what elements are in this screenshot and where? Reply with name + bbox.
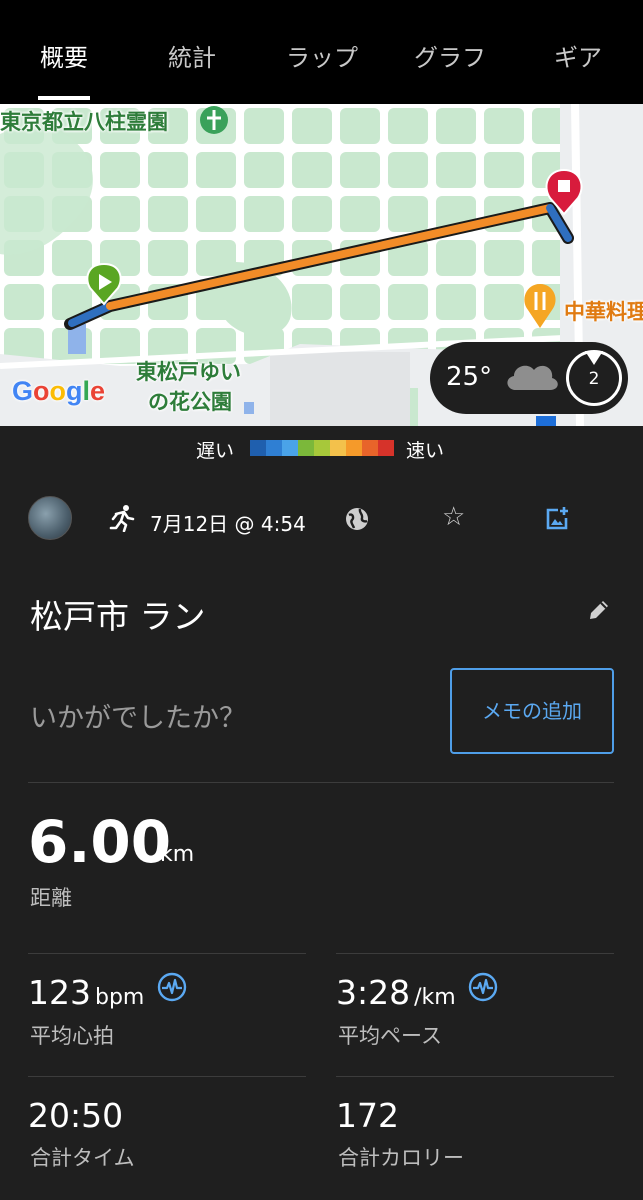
legend-slow-label: 遅い [196, 440, 235, 462]
total-calories-label: 合計カロリー [338, 1146, 464, 1170]
route-map[interactable]: 東京都立八柱霊園 東松戸ゆい の花公園 中華料理 Google 25° 2 [0, 104, 643, 426]
total-time-label: 合計タイム [30, 1146, 135, 1170]
pace-color-scale [250, 440, 394, 456]
avg-heart-rate-label: 平均心拍 [30, 1024, 114, 1048]
legend-color-swatch [362, 440, 378, 456]
avg-pace-value: 3:28 [336, 973, 411, 1012]
heart-rate-info-icon[interactable] [157, 972, 187, 1002]
avg-heart-rate-value: 123 [28, 973, 91, 1012]
wind-indicator: 2 [566, 350, 622, 406]
avg-heart-rate-unit: bpm [95, 985, 145, 1010]
legend-color-swatch [378, 440, 394, 456]
avg-pace-unit: /km [414, 985, 456, 1010]
avg-pace: 3:28/km [336, 973, 456, 1012]
divider [28, 782, 614, 783]
divider [28, 953, 306, 954]
running-icon [109, 505, 135, 532]
wind-direction-icon [585, 351, 603, 365]
avatar[interactable] [28, 496, 72, 540]
temperature: 25° [446, 362, 493, 392]
legend-color-swatch [266, 440, 282, 456]
legend-color-swatch [298, 440, 314, 456]
cloud-icon [507, 365, 558, 390]
distance-value: 6.00 [28, 808, 172, 876]
map-label-park-line2: の花公園 [148, 390, 232, 414]
map-label-park: 東松戸ゆい [136, 360, 241, 384]
tab-bar: 概要 統計 ラップ グラフ ギア [0, 0, 643, 104]
activity-info-row: 7月12日 @ 4:54 ☆ [0, 492, 643, 548]
total-calories-value: 172 [336, 1096, 399, 1135]
pace-legend: 遅い 速い [0, 426, 643, 470]
activity-title: 松戸市 ラン [30, 597, 206, 636]
distance-unit: km [160, 842, 195, 867]
avg-heart-rate: 123 bpm [28, 973, 144, 1012]
weather-badge[interactable]: 25° 2 [430, 342, 628, 414]
tab-gear[interactable]: ギア [554, 38, 602, 78]
feedback-prompt: いかがでしたか？ [30, 703, 246, 734]
legend-fast-label: 速い [406, 440, 445, 462]
legend-color-swatch [282, 440, 298, 456]
divider [336, 1076, 614, 1077]
map-label-cemetery: 東京都立八柱霊園 [0, 110, 168, 134]
wind-speed: 2 [588, 369, 600, 389]
tab-laps[interactable]: ラップ [286, 38, 358, 78]
pace-info-icon[interactable] [468, 972, 498, 1002]
edit-pencil-icon[interactable] [586, 597, 612, 623]
tab-graphs[interactable]: グラフ [414, 38, 486, 78]
tab-stats[interactable]: 統計 [168, 38, 216, 78]
star-icon[interactable]: ☆ [442, 502, 465, 532]
active-tab-indicator [38, 96, 90, 100]
total-time-value: 20:50 [28, 1096, 124, 1135]
google-logo: Google [12, 376, 106, 406]
avg-pace-label: 平均ペース [338, 1024, 442, 1048]
add-photo-icon[interactable] [544, 504, 572, 532]
globe-icon[interactable] [344, 506, 370, 532]
legend-color-swatch [314, 440, 330, 456]
legend-color-swatch [250, 440, 266, 456]
tab-overview[interactable]: 概要 [40, 38, 88, 78]
legend-color-swatch [330, 440, 346, 456]
divider [336, 953, 614, 954]
activity-date: 7月12日 @ 4:54 [150, 512, 306, 536]
distance-label: 距離 [30, 886, 72, 910]
divider [28, 1076, 306, 1077]
add-memo-button[interactable]: メモの追加 [450, 668, 614, 754]
park-pin-icon [200, 106, 228, 134]
map-label-restaurant: 中華料理 [564, 300, 643, 324]
legend-color-swatch [346, 440, 362, 456]
